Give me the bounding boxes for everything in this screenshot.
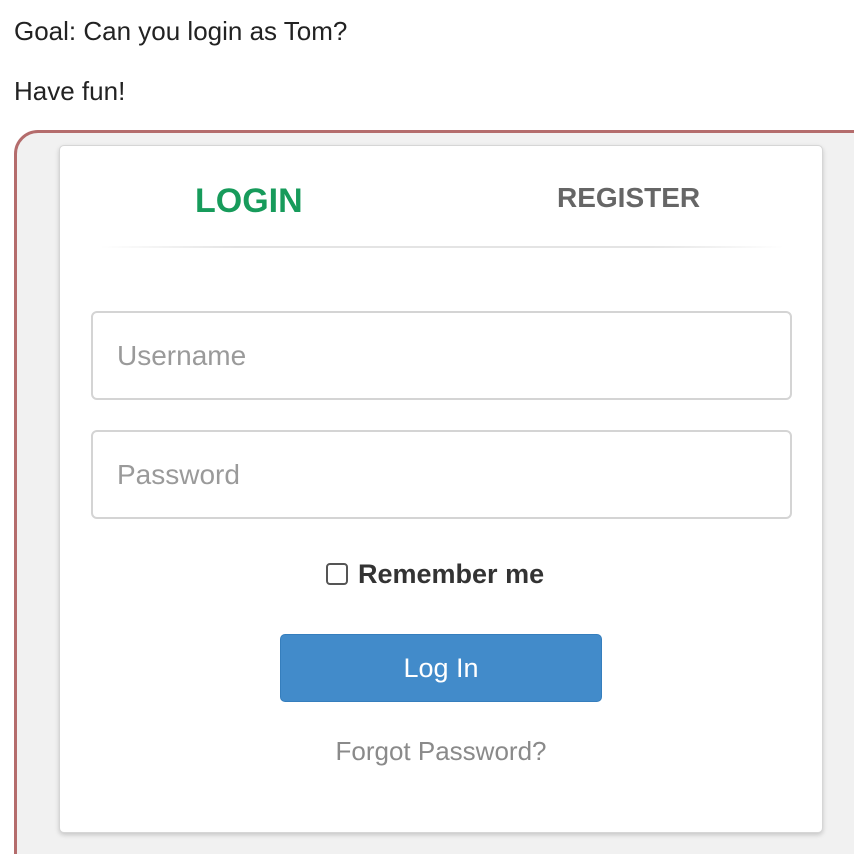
- remember-me-label: Remember me: [358, 558, 545, 589]
- remember-me[interactable]: Remember me: [326, 558, 544, 590]
- page: Goal: Can you login as Tom? Have fun! LO…: [0, 0, 854, 854]
- username-input[interactable]: [91, 311, 792, 400]
- remember-me-checkbox[interactable]: [326, 563, 348, 585]
- auth-tabs: LOGIN REGISTER: [60, 146, 822, 248]
- tab-register[interactable]: REGISTER: [557, 182, 700, 214]
- forgot-password-link[interactable]: Forgot Password?: [60, 736, 822, 767]
- login-card: LOGIN REGISTER Remember me Log In Forgot…: [59, 145, 823, 833]
- password-input[interactable]: [91, 430, 792, 519]
- login-button[interactable]: Log In: [280, 634, 602, 702]
- have-fun-text: Have fun!: [14, 76, 126, 106]
- tab-divider: [100, 246, 784, 248]
- goal-text: Goal: Can you login as Tom?: [14, 16, 348, 46]
- tab-login[interactable]: LOGIN: [195, 182, 303, 221]
